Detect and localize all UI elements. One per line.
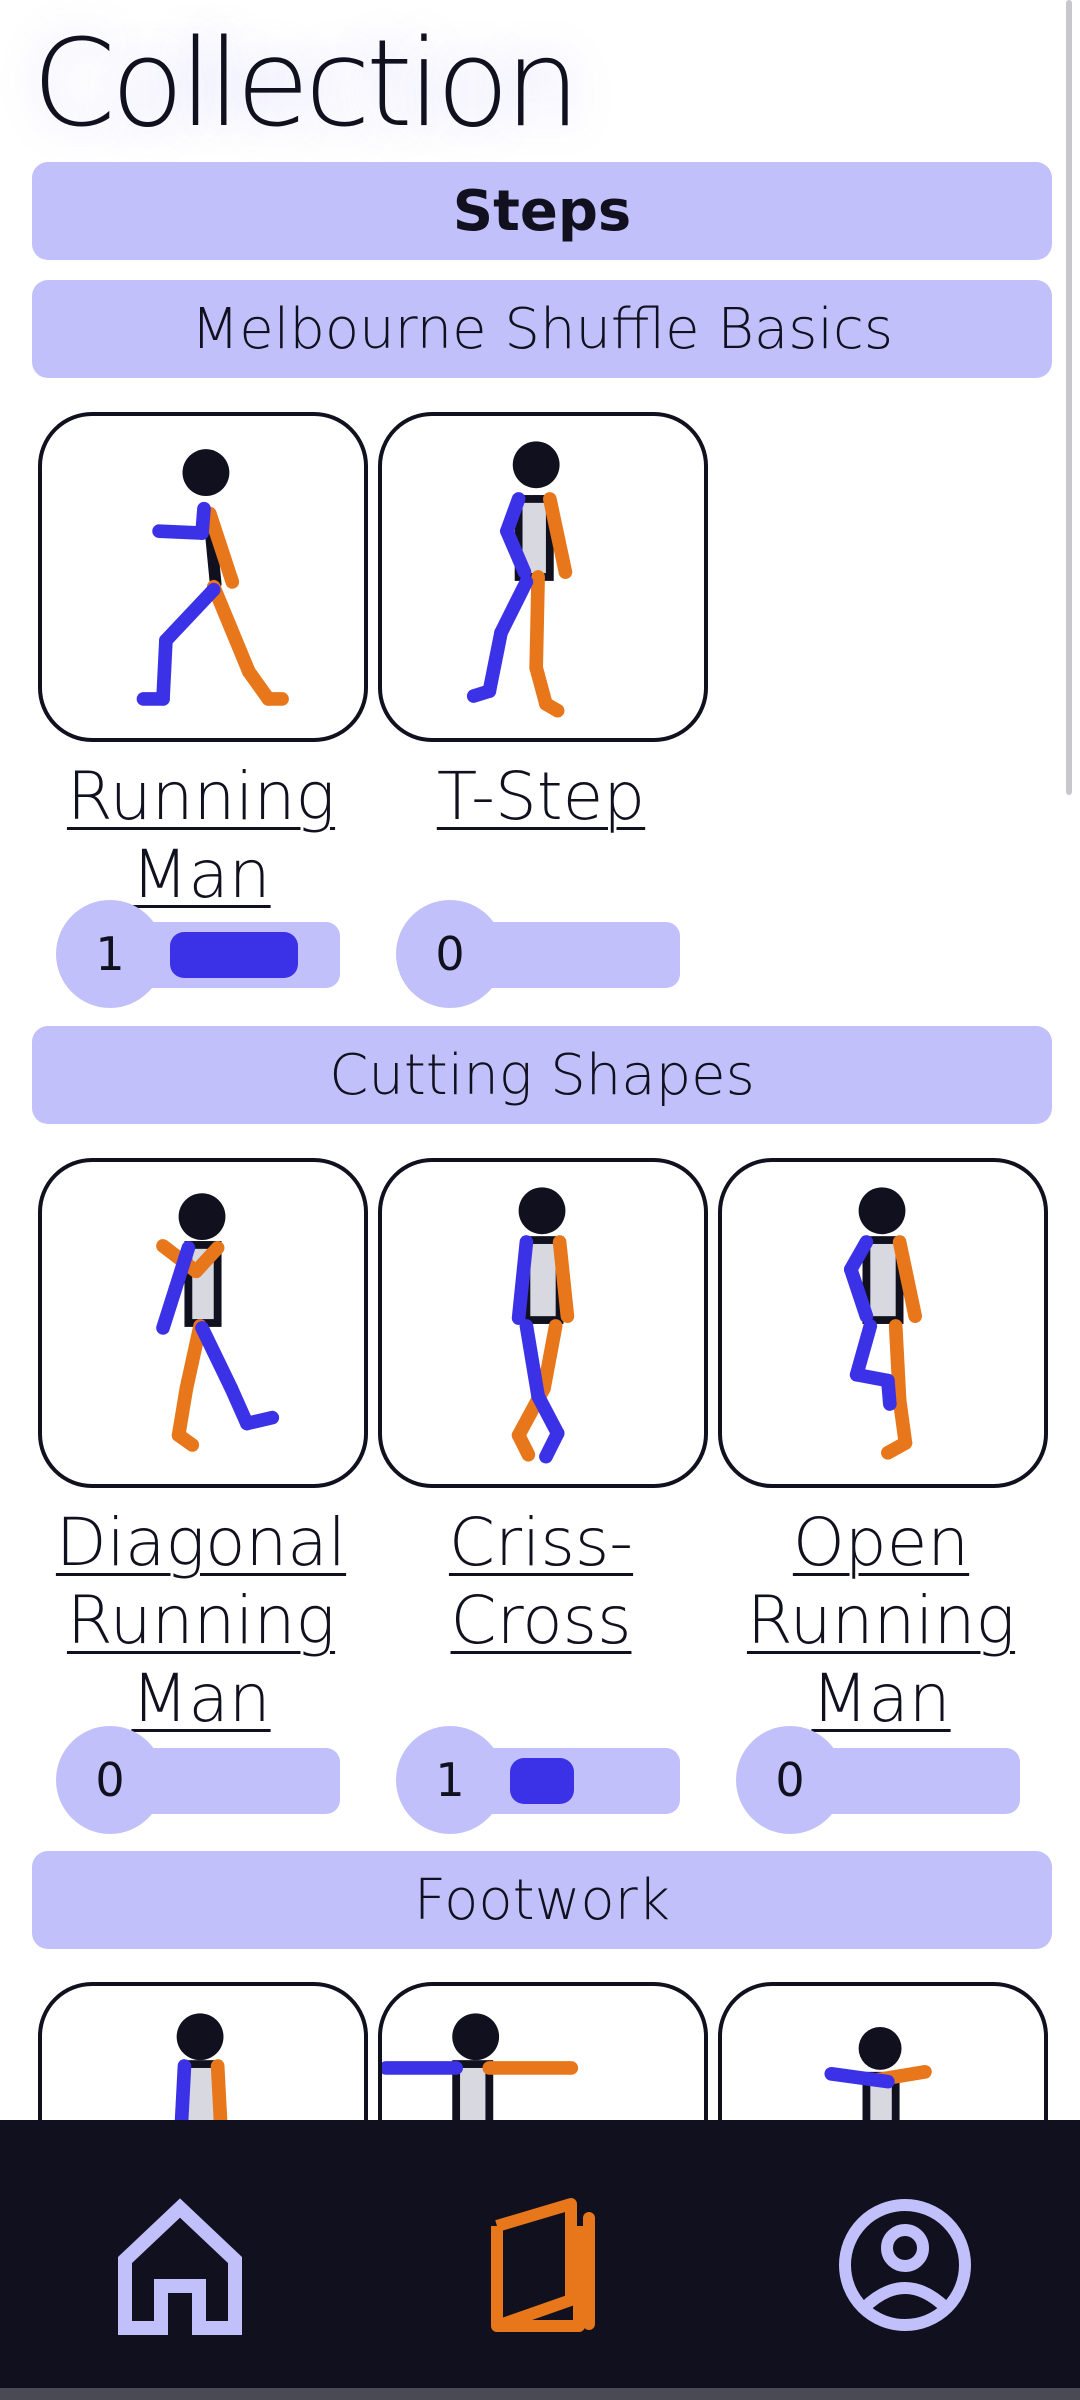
progress-count-running-man: 1 xyxy=(56,900,164,1008)
running-man-figure-icon xyxy=(136,449,289,706)
t-step-figure-icon xyxy=(466,441,573,718)
system-home-indicator xyxy=(0,2388,1080,2400)
nav-collection-button[interactable] xyxy=(467,2190,617,2340)
step-name-open-running-man[interactable]: Open Running Man xyxy=(716,1504,1046,1738)
step-name-t-step[interactable]: T-Step xyxy=(376,758,706,836)
section-header-cutting-shapes[interactable]: Cutting Shapes xyxy=(32,1026,1052,1124)
progress-fill xyxy=(510,1758,574,1804)
page-title: Collection xyxy=(32,15,581,154)
progress-count-diagonal-running-man: 0 xyxy=(56,1726,164,1834)
book-icon xyxy=(491,2198,595,2332)
progress-count-criss-cross: 1 xyxy=(396,1726,504,1834)
section-header-footwork[interactable]: Footwork xyxy=(32,1851,1052,1949)
bottom-navigation xyxy=(0,2120,1080,2400)
step-card-running-man[interactable] xyxy=(38,412,368,742)
open-running-man-figure-icon xyxy=(843,1187,923,1460)
step-card-criss-cross[interactable] xyxy=(378,1158,708,1488)
diagonal-running-man-figure-icon xyxy=(156,1193,280,1452)
profile-icon xyxy=(839,2199,971,2331)
scrollbar[interactable] xyxy=(1066,0,1072,795)
progress-fill xyxy=(170,932,298,978)
step-name-criss-cross[interactable]: Criss- Cross xyxy=(376,1504,706,1660)
tab-steps[interactable]: Steps xyxy=(32,162,1052,260)
step-card-t-step[interactable] xyxy=(378,412,708,742)
nav-profile-button[interactable] xyxy=(830,2190,980,2340)
step-card-open-running-man[interactable] xyxy=(718,1158,1048,1488)
step-card-diagonal-running-man[interactable] xyxy=(38,1158,368,1488)
step-name-running-man[interactable]: Running Man xyxy=(36,758,366,914)
step-name-diagonal-running-man[interactable]: Diagonal Running Man xyxy=(36,1504,366,1738)
nav-home-button[interactable] xyxy=(105,2190,255,2340)
progress-count-t-step: 0 xyxy=(396,900,504,1008)
criss-cross-figure-icon xyxy=(511,1187,575,1464)
progress-count-open-running-man: 0 xyxy=(736,1726,844,1834)
home-icon xyxy=(118,2198,242,2335)
section-header-melbourne-shuffle-basics[interactable]: Melbourne Shuffle Basics xyxy=(32,280,1052,378)
